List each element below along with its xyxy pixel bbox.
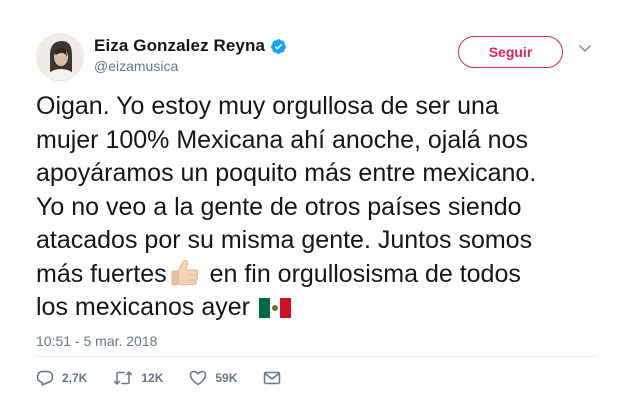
retweet-button[interactable]: 12K bbox=[113, 370, 163, 386]
user-name-row[interactable]: Eiza Gonzalez Reyna bbox=[94, 36, 287, 56]
avatar-photo bbox=[36, 33, 84, 81]
verified-badge-icon bbox=[270, 38, 287, 55]
user-handle[interactable]: @eizamusica bbox=[94, 58, 178, 74]
tweet-text-line: mujer 100% Mexicana ahí anoche, ojalá no… bbox=[36, 125, 528, 154]
like-count: 59K bbox=[215, 371, 238, 385]
tweet-text-segment: en fin orgullosisma de todos bbox=[209, 259, 521, 288]
tweet-timestamp[interactable]: 10:51 - 5 mar. 2018 bbox=[36, 333, 157, 349]
divider bbox=[36, 356, 596, 357]
mexico-flag-icon bbox=[258, 296, 291, 330]
follow-button[interactable]: Seguir bbox=[458, 36, 563, 68]
tweet-text-line: Oigan. Yo estoy muy orgullosa de ser una bbox=[36, 92, 499, 120]
tweet-text-segment: más fuertes bbox=[36, 259, 167, 288]
display-name[interactable]: Eiza Gonzalez Reyna bbox=[94, 36, 265, 56]
reply-count: 2,7K bbox=[62, 371, 88, 385]
tweet-text-line: Yo no veo a la gente de otros países sie… bbox=[36, 192, 522, 221]
retweet-count: 12K bbox=[141, 371, 164, 385]
like-button[interactable]: 59K bbox=[189, 370, 237, 386]
retweet-icon bbox=[114, 371, 133, 385]
chevron-down-icon[interactable] bbox=[578, 44, 592, 54]
tweet-text-line: apoyáramos un poquito más entre mexicano… bbox=[36, 159, 537, 187]
reply-icon bbox=[36, 370, 54, 386]
tweet-card: Eiza Gonzalez Reyna @eizamusica Seguir O… bbox=[0, 0, 633, 401]
avatar[interactable] bbox=[36, 33, 84, 81]
tweet-text-line-8: los mexicanos ayer bbox=[36, 291, 621, 325]
tweet-text-segment: los mexicanos ayer bbox=[36, 293, 250, 321]
tweet-text-line-6: más fuertes en fin orgullosisma de todos bbox=[36, 258, 621, 292]
message-button[interactable] bbox=[263, 370, 281, 386]
tweet-actions: 2,7K 12K 59K bbox=[36, 368, 307, 388]
reply-button[interactable]: 2,7K bbox=[36, 370, 87, 386]
envelope-icon bbox=[264, 371, 281, 385]
tweet-text-line: atacados por su misma gente. Juntos somo… bbox=[36, 226, 533, 254]
tweet-text: Oigan. Yo estoy muy orgullosa de ser una… bbox=[36, 90, 621, 325]
heart-icon bbox=[190, 370, 207, 386]
